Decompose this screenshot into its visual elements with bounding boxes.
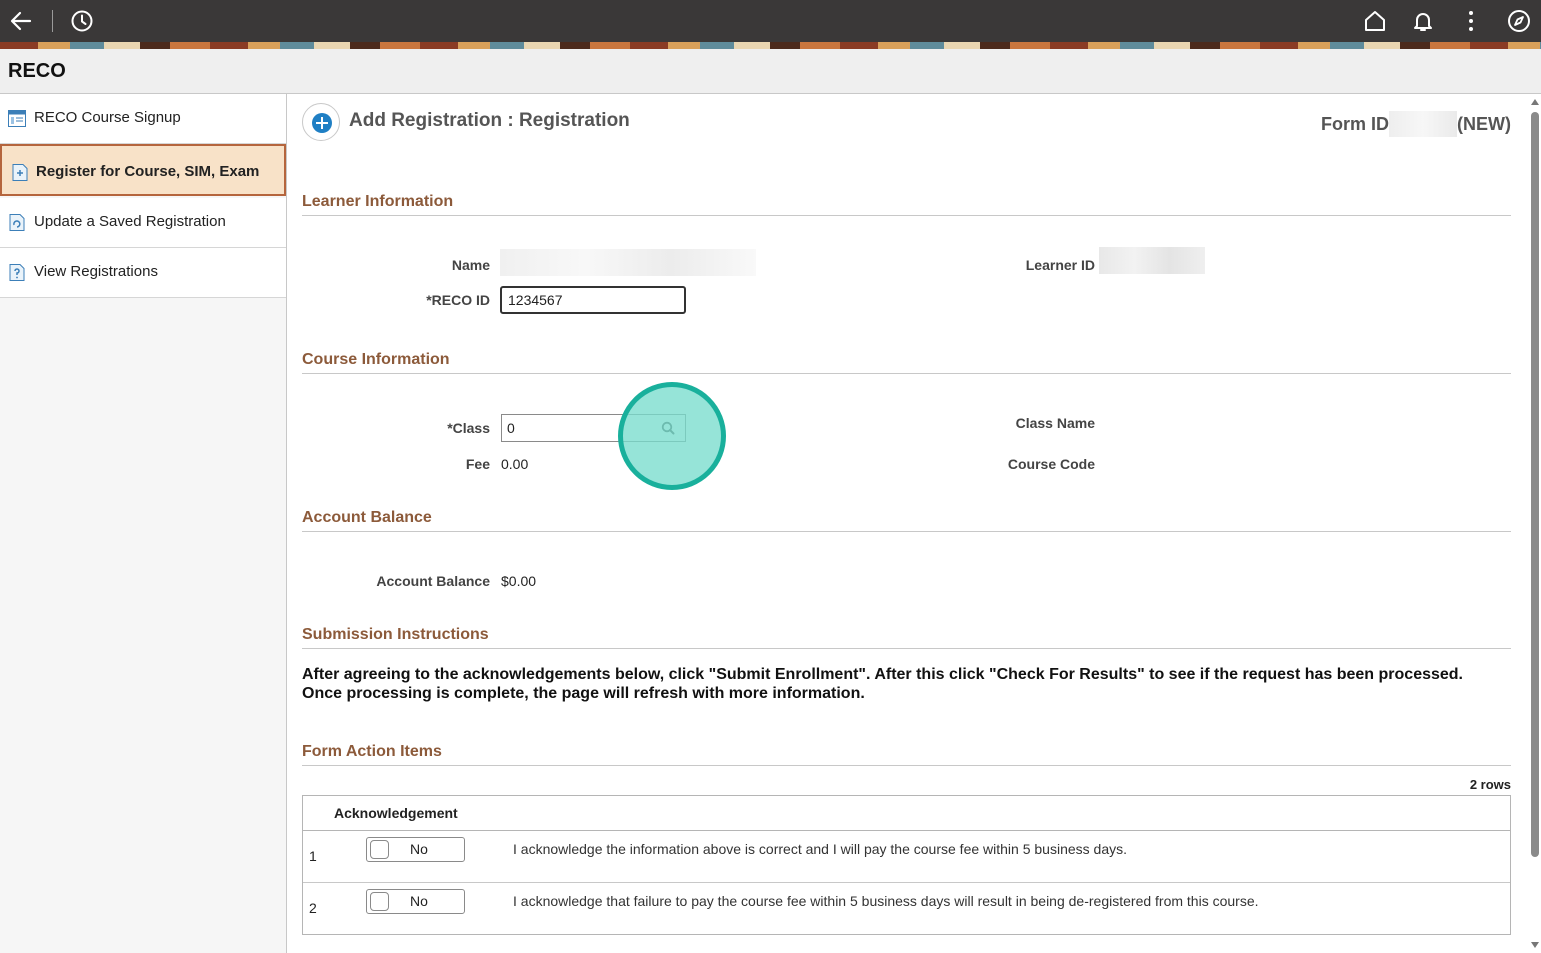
section-course-information: Course Information	[302, 351, 1511, 374]
acknowledgement-text: I acknowledge the information above is c…	[513, 841, 1127, 857]
acknowledgement-text: I acknowledge that failure to pay the co…	[513, 893, 1259, 909]
acknowledgement-grid: Acknowledgement 1 No I acknowledge the i…	[302, 795, 1511, 935]
submission-instructions-text: After agreeing to the acknowledgements b…	[302, 665, 1511, 703]
redacted-name-value	[500, 249, 756, 276]
more-vertical-icon[interactable]	[1458, 8, 1484, 34]
edit-document-icon	[8, 214, 26, 231]
fee-label: Fee	[465, 456, 490, 472]
add-icon	[302, 103, 340, 141]
sidebar-item-view-registrations[interactable]: View Registrations	[0, 248, 286, 298]
instructions-line-1: After agreeing to the acknowledgements b…	[302, 666, 1463, 683]
learner-id-label: Learner ID	[1025, 257, 1095, 273]
row-number: 1	[309, 848, 317, 864]
grid-header: Acknowledgement	[303, 796, 1510, 831]
name-label: Name	[451, 257, 490, 273]
course-code-label: Course Code	[1007, 456, 1095, 472]
table-row: 1 No I acknowledge the information above…	[303, 831, 1510, 883]
sidebar-item-register-for-course[interactable]: Register for Course, SIM, Exam	[0, 144, 286, 196]
bell-icon[interactable]	[1410, 8, 1436, 34]
click-highlight	[618, 382, 726, 490]
account-balance-value: $0.00	[501, 573, 537, 589]
section-learner-information: Learner Information	[302, 193, 1511, 216]
compass-icon[interactable]	[1506, 8, 1532, 34]
section-form-action-items: Form Action Items	[302, 743, 1511, 766]
vertical-scrollbar[interactable]	[1529, 94, 1541, 953]
redacted-learner-id-value	[1099, 247, 1205, 274]
class-label: *Class	[447, 420, 490, 436]
toggle-knob	[370, 840, 389, 859]
sidebar-item-label: RECO Course Signup	[34, 109, 181, 126]
sidebar-item-update-saved-registration[interactable]: Update a Saved Registration	[0, 198, 286, 248]
form-id: Form ID (NEW)	[1321, 111, 1511, 137]
sidebar: RECO Course Signup Register for Course, …	[0, 94, 287, 953]
sidebar-item-label: Update a Saved Registration	[34, 213, 226, 230]
sidebar-item-label: View Registrations	[34, 263, 158, 280]
view-document-icon	[8, 264, 26, 281]
main-content: Add Registration : Registration Form ID (…	[288, 94, 1541, 953]
home-icon[interactable]	[1362, 8, 1388, 34]
add-document-icon	[11, 164, 29, 181]
form-id-status: (NEW)	[1457, 114, 1511, 134]
app-title: RECO	[8, 60, 66, 82]
page-list-icon	[8, 110, 26, 127]
account-balance-label: Account Balance	[376, 573, 490, 589]
section-submission-instructions: Submission Instructions	[302, 626, 1511, 649]
decorative-banner	[0, 42, 1541, 49]
toggle-knob	[370, 892, 389, 911]
class-name-label: Class Name	[1015, 415, 1095, 431]
column-header-acknowledgement: Acknowledgement	[334, 805, 458, 821]
app-header: RECO	[0, 49, 1541, 94]
redacted-form-id	[1389, 111, 1458, 137]
scroll-up-icon[interactable]	[1531, 99, 1539, 105]
toolbar-divider	[52, 10, 53, 32]
sidebar-item-reco-course-signup[interactable]: RECO Course Signup	[0, 94, 286, 144]
toggle-label: No	[410, 841, 428, 857]
acknowledge-toggle[interactable]: No	[366, 889, 465, 914]
acknowledge-toggle[interactable]: No	[366, 837, 465, 862]
table-row: 2 No I acknowledge that failure to pay t…	[303, 883, 1510, 935]
instructions-line-2: Once processing is complete, the page wi…	[302, 685, 865, 702]
form-id-label: Form ID	[1321, 114, 1390, 134]
history-icon[interactable]	[69, 8, 95, 34]
page-title: Add Registration : Registration	[349, 110, 630, 131]
scroll-down-icon[interactable]	[1531, 942, 1539, 948]
back-arrow-icon[interactable]	[8, 8, 34, 34]
reco-id-input[interactable]	[500, 286, 686, 314]
reco-id-label: *RECO ID	[426, 292, 490, 308]
top-toolbar	[0, 0, 1541, 42]
rows-count: 2 rows	[1469, 777, 1511, 792]
sidebar-item-label: Register for Course, SIM, Exam	[36, 163, 260, 180]
scrollbar-thumb[interactable]	[1531, 112, 1539, 857]
row-number: 2	[309, 900, 317, 916]
fee-value: 0.00	[501, 456, 529, 472]
toggle-label: No	[410, 893, 428, 909]
section-account-balance: Account Balance	[302, 509, 1511, 532]
